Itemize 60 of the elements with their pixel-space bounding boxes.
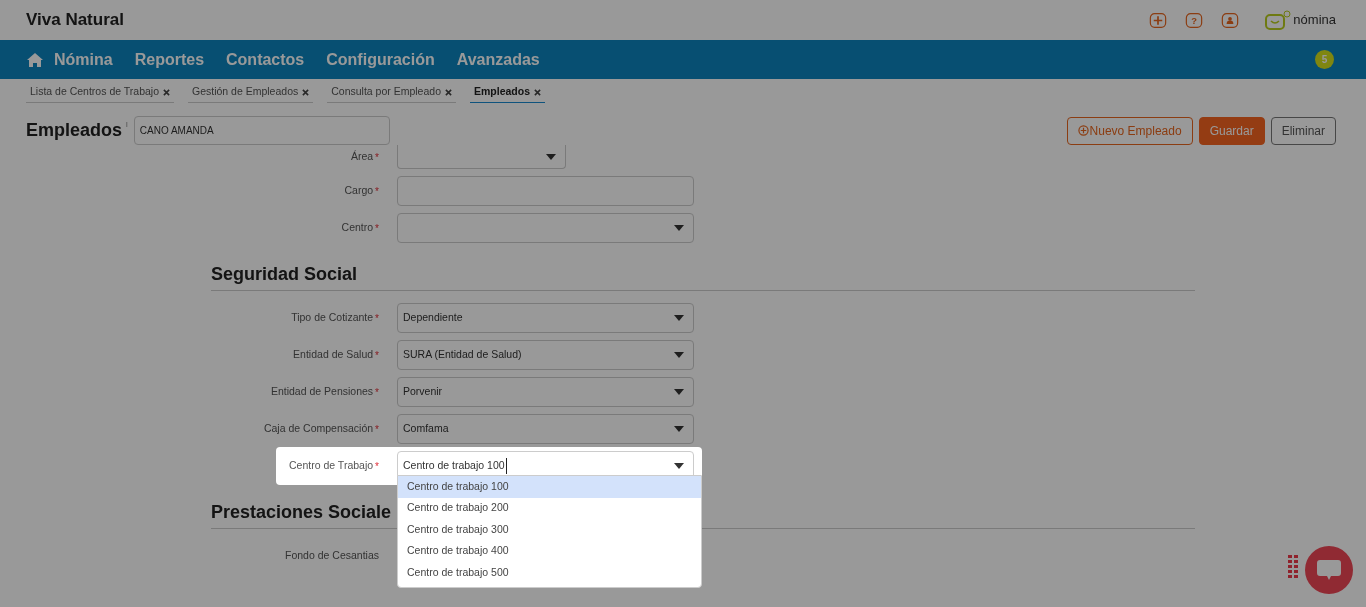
field-label: Tipo de Cotizante (291, 310, 374, 326)
add-icon (1077, 125, 1089, 136)
close-icon[interactable] (534, 88, 541, 96)
caret-icon (674, 315, 684, 321)
select-field[interactable]: Comfama (397, 414, 694, 444)
caret-icon (674, 389, 684, 395)
action-button[interactable]: Eliminar (1270, 116, 1336, 145)
section-heading: Prestaciones Sociale (211, 502, 392, 522)
nav-link[interactable]: Contactos (226, 47, 305, 72)
close-icon[interactable] (444, 88, 452, 96)
page-title: Empleados (26, 119, 123, 142)
dropdown-option[interactable]: Centro de trabajo 500 (398, 562, 701, 584)
nav-link[interactable]: Reportes (134, 47, 205, 72)
field-label: Área (350, 149, 374, 165)
nav-link[interactable]: Avanzadas (456, 47, 540, 72)
text-field[interactable] (397, 176, 694, 206)
field-label: Cargo (344, 183, 374, 199)
required-mark: * (375, 184, 379, 199)
dropdown-option[interactable]: Centro de trabajo 200 (398, 497, 701, 519)
dropdown-option[interactable]: Centro de trabajo 400 (398, 540, 701, 562)
required-mark: * (375, 221, 379, 236)
select-field[interactable]: Dependiente (397, 303, 694, 333)
required-mark: * (375, 150, 379, 165)
employee-search-field[interactable]: CANO AMANDA (133, 116, 390, 145)
field-label: Fondo de Cesantias (285, 548, 379, 564)
dropdown-option[interactable]: Centro de trabajo 300 (398, 519, 701, 541)
chat-button[interactable] (1305, 546, 1353, 594)
select-field[interactable]: SURA (Entidad de Salud) (397, 340, 694, 370)
select-field[interactable] (397, 213, 694, 243)
grip-icon[interactable] (1288, 555, 1298, 581)
required-mark: * (375, 311, 379, 326)
caret-icon (674, 225, 684, 231)
required-mark: * (375, 385, 379, 400)
required-mark: * (375, 459, 379, 474)
close-icon[interactable] (302, 88, 310, 96)
home-icon (26, 52, 44, 67)
section-heading: Seguridad Social (211, 264, 358, 284)
field-label: Entidad de Salud (293, 347, 374, 363)
required-mark: * (375, 422, 379, 437)
dropdown-option[interactable]: Centro de trabajo 100 (398, 476, 701, 498)
caret-icon (674, 352, 684, 358)
chat-icon (1316, 558, 1342, 582)
brand-name: Viva Natural (26, 9, 124, 32)
select-field[interactable] (397, 145, 566, 169)
field-label: Entidad de Pensiones (270, 384, 374, 400)
nav-link[interactable]: Configuración (326, 47, 435, 72)
caret-icon (546, 153, 556, 160)
action-button[interactable]: Nuevo Empleado (1066, 116, 1193, 145)
action-button[interactable]: Guardar (1198, 116, 1265, 145)
select-field[interactable]: Porvenir (397, 377, 694, 407)
required-mark: * (375, 348, 379, 363)
caret-icon (674, 426, 684, 432)
field-label: Centro (341, 220, 374, 236)
close-icon[interactable] (163, 88, 170, 96)
nav-link[interactable]: Nómina (26, 47, 113, 72)
caret-icon (674, 463, 684, 469)
app-label: nómina (1293, 11, 1336, 30)
field-label: Centro de Trabajo (289, 458, 374, 474)
logo-icon (1265, 10, 1292, 30)
field-label: Caja de Compensación (263, 421, 374, 437)
